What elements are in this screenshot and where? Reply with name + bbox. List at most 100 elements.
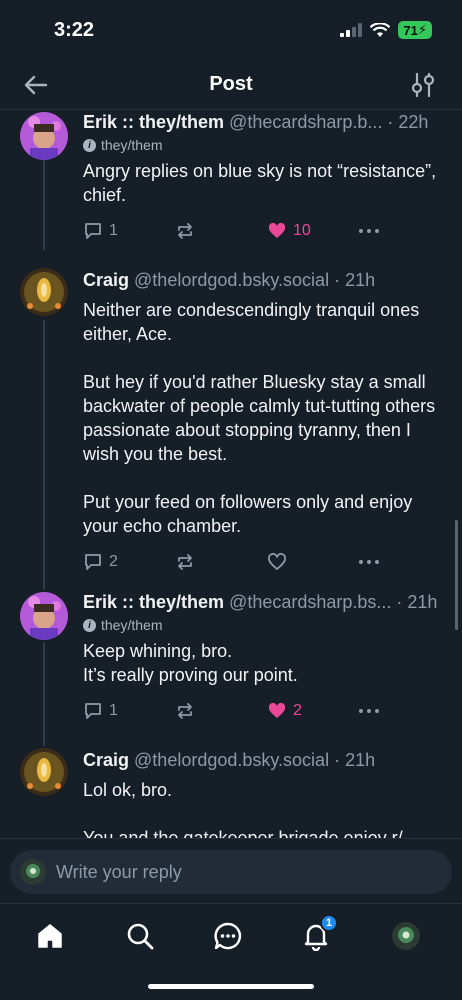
post-item[interactable]: Craig @thelordgod.bsky.social · 21h Lol …: [0, 748, 462, 838]
more-icon: [359, 229, 379, 233]
avatar-image: [20, 268, 68, 316]
post-body: Erik :: they/them @thecardsharp.b... · 2…: [83, 110, 442, 243]
reply-button[interactable]: 2: [83, 552, 118, 572]
more-icon: [359, 709, 379, 713]
post-text-content: Lol ok, bro. You and the gatekeeper brig…: [83, 780, 403, 838]
nav-notifications[interactable]: 1: [298, 914, 338, 954]
author-handle[interactable]: @thelordgod.bsky.social: [134, 750, 329, 770]
post-header: Craig @thelordgod.bsky.social · 21h: [83, 748, 442, 772]
info-icon: i: [83, 138, 96, 152]
repost-button[interactable]: [175, 221, 195, 241]
more-button[interactable]: [357, 701, 381, 721]
avatar-image: [20, 112, 68, 160]
like-count: 2: [293, 702, 302, 719]
author-name[interactable]: Erik :: they/them: [83, 592, 224, 612]
filter-icon[interactable]: [410, 71, 436, 99]
chat-icon: [214, 922, 242, 950]
repost-icon: [178, 554, 192, 570]
more-button[interactable]: [357, 552, 381, 572]
author-handle[interactable]: @thelordgod.bsky.social: [134, 270, 329, 290]
post-item[interactable]: Erik :: they/them @thecardsharp.b... · 2…: [0, 110, 462, 250]
avatar[interactable]: [20, 268, 68, 316]
post-text: Lol ok, bro. You and the gatekeeper brig…: [83, 778, 442, 838]
like-button[interactable]: [267, 552, 293, 572]
post-body: Craig @thelordgod.bsky.social · 21h Lol …: [83, 748, 442, 838]
info-icon: i: [83, 618, 96, 632]
battery-indicator: 71 ⚡: [398, 21, 432, 39]
repost-button[interactable]: [175, 552, 195, 572]
scrollbar[interactable]: [455, 520, 458, 630]
heart-icon: [268, 702, 286, 718]
status-icons: 71 ⚡: [340, 21, 432, 39]
like-button[interactable]: 2: [267, 701, 302, 721]
like-count: 10: [293, 222, 311, 239]
nav-profile[interactable]: [388, 918, 424, 954]
post-actions: 1 10: [83, 219, 442, 243]
notification-badge: 1: [320, 914, 338, 932]
reply-input[interactable]: Write your reply: [10, 850, 452, 894]
status-bar: 3:22 71 ⚡: [0, 0, 462, 60]
author-handle[interactable]: @thecardsharp.bs...: [229, 592, 391, 612]
post-item[interactable]: Craig @thelordgod.bsky.social · 21h Neit…: [0, 268, 462, 590]
thread-feed[interactable]: Erik :: they/them @thecardsharp.b... · 2…: [0, 110, 462, 838]
post-header: Erik :: they/them @thecardsharp.b... · 2…: [83, 110, 442, 134]
reply-count: 1: [109, 222, 118, 239]
status-time: 3:22: [54, 18, 95, 41]
post-text: Keep whining, bro. It’s really proving o…: [83, 639, 442, 687]
thread-line: [43, 642, 45, 746]
pronouns-label: they/them: [101, 137, 163, 153]
post-text-content: Keep whining, bro. It’s really proving o…: [83, 641, 298, 685]
post-actions: 1 2: [83, 699, 442, 723]
reply-placeholder: Write your reply: [56, 861, 182, 882]
post-time: · 21h: [391, 592, 438, 612]
post-time: · 22h: [382, 112, 429, 132]
repost-icon: [178, 703, 192, 719]
reply-icon: [85, 223, 101, 239]
avatar[interactable]: [20, 748, 68, 796]
user-avatar: [20, 859, 46, 885]
repost-icon: [178, 223, 192, 239]
more-button[interactable]: [357, 221, 381, 241]
reply-button[interactable]: 1: [83, 701, 118, 721]
nav-home[interactable]: [32, 918, 68, 954]
wifi-icon: [370, 22, 391, 37]
post-time: · 21h: [329, 750, 376, 770]
header: Post: [0, 60, 462, 110]
post-body: Erik :: they/them @thecardsharp.bs... · …: [83, 590, 442, 723]
author-handle[interactable]: @thecardsharp.b...: [229, 112, 382, 132]
reply-icon: [85, 554, 101, 570]
reply-button[interactable]: 1: [83, 221, 118, 241]
pronouns-tag: i they/them: [83, 137, 442, 153]
post-header: Craig @thelordgod.bsky.social · 21h: [83, 268, 442, 292]
author-name[interactable]: Craig: [83, 750, 129, 770]
post-text: Neither are condescendingly tranquil one…: [83, 298, 442, 538]
back-arrow-icon[interactable]: [22, 71, 50, 99]
post-body: Craig @thelordgod.bsky.social · 21h Neit…: [83, 268, 442, 574]
thread-line: [43, 160, 45, 250]
reply-count: 1: [109, 702, 118, 719]
search-icon: [127, 923, 154, 950]
avatar[interactable]: [20, 592, 68, 640]
heart-outline-icon: [268, 553, 286, 570]
author-name[interactable]: Craig: [83, 270, 129, 290]
home-indicator: [148, 984, 314, 989]
author-name[interactable]: Erik :: they/them: [83, 112, 224, 132]
page-title: Post: [209, 73, 253, 95]
nav-search[interactable]: [122, 918, 158, 954]
post-actions: 2: [83, 550, 442, 574]
home-icon: [38, 924, 62, 948]
pronouns-tag: i they/them: [83, 617, 442, 633]
post-item[interactable]: Erik :: they/them @thecardsharp.bs... · …: [0, 590, 462, 746]
like-button[interactable]: 10: [267, 221, 311, 241]
more-icon: [359, 560, 379, 564]
profile-avatar-icon: [392, 922, 420, 950]
reply-bar: Write your reply: [0, 838, 462, 904]
repost-button[interactable]: [175, 701, 195, 721]
nav-chat[interactable]: [210, 918, 246, 954]
avatar[interactable]: [20, 112, 68, 160]
avatar-image: [20, 592, 68, 640]
pronouns-label: they/them: [101, 617, 163, 633]
post-text: Angry replies on blue sky is not “resist…: [83, 159, 442, 207]
thread-line: [43, 320, 45, 590]
battery-level: 71: [403, 22, 418, 38]
